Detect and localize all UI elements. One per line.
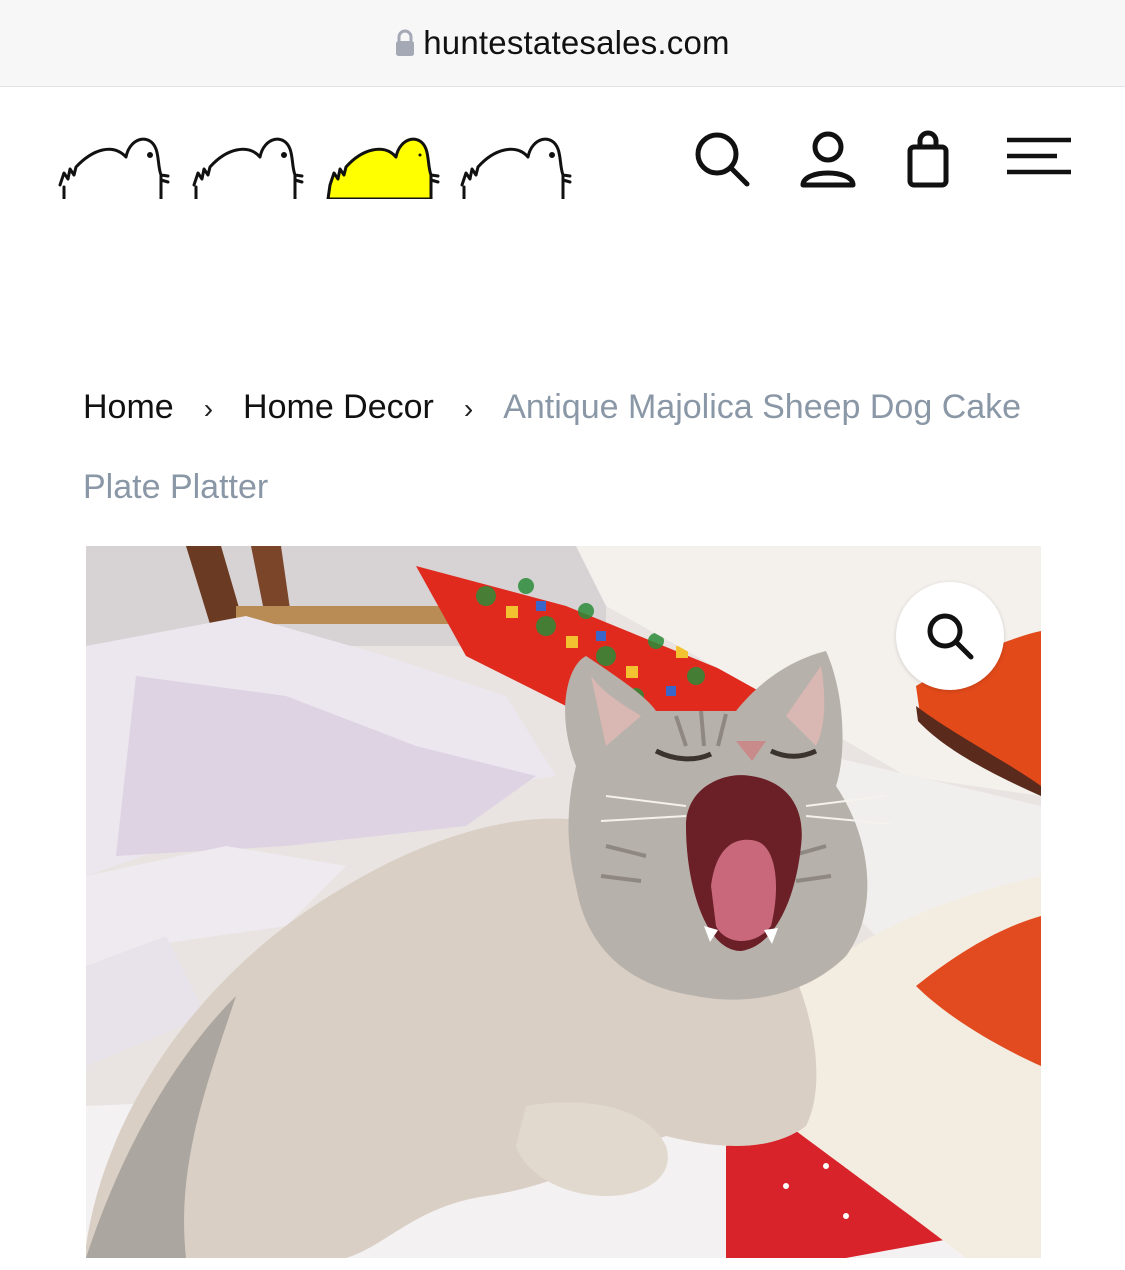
account-button[interactable] xyxy=(796,127,860,191)
menu-button[interactable] xyxy=(1004,127,1074,191)
account-icon xyxy=(800,131,856,188)
cart-icon xyxy=(907,130,949,188)
cart-button[interactable] xyxy=(896,127,960,191)
menu-icon xyxy=(1007,137,1071,175)
breadcrumb-separator: › xyxy=(203,393,214,424)
duck-row-logo[interactable] xyxy=(58,127,588,199)
magnifier-icon xyxy=(927,613,974,660)
browser-url-bar[interactable]: huntestatesales.com xyxy=(0,0,1125,87)
breadcrumb-home-decor[interactable]: Home Decor xyxy=(243,388,434,426)
breadcrumb-separator: › xyxy=(463,393,474,424)
zoom-button[interactable] xyxy=(896,582,1004,690)
url-display[interactable]: huntestatesales.com xyxy=(395,24,730,62)
url-text: huntestatesales.com xyxy=(423,24,730,61)
site-header xyxy=(0,87,1125,237)
breadcrumb: Home › Home Decor › Antique Majolica Sheep D… xyxy=(83,368,1043,526)
breadcrumb-current: Antique Majolica Sheep Dog Cake Plate Pl… xyxy=(83,388,1022,506)
lock-icon xyxy=(396,29,415,56)
search-icon xyxy=(695,132,750,187)
breadcrumb-home[interactable]: Home xyxy=(83,388,174,426)
search-button[interactable] xyxy=(690,127,754,191)
